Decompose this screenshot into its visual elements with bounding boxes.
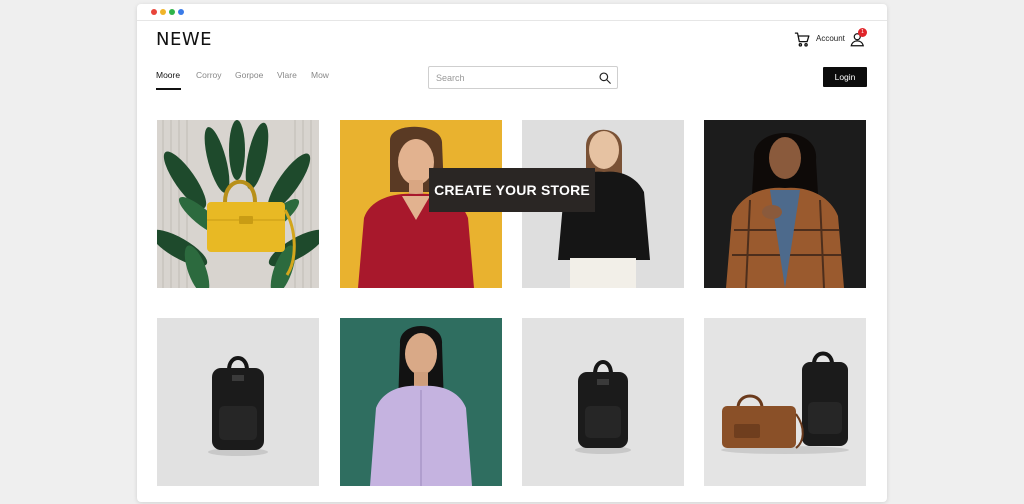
minimize-window-icon[interactable]: [160, 9, 166, 15]
product-tile-plaid-coat[interactable]: [704, 120, 866, 288]
search-box: [428, 66, 618, 89]
nav-item-mow[interactable]: Mow: [311, 70, 329, 80]
black-backpack-image: [522, 318, 684, 486]
browser-window: NEWE Account 1 Moore Corroy Gorpoe Vlare…: [137, 4, 887, 502]
login-button[interactable]: Login: [823, 67, 867, 87]
woman-plaid-coat-image: [704, 120, 866, 288]
cart-icon[interactable]: [794, 31, 811, 48]
yellow-handbag-image: [157, 120, 319, 288]
black-backpack-image: [157, 318, 319, 486]
woman-lavender-shirt-image: [340, 318, 502, 486]
product-tile-backpack-2[interactable]: [522, 318, 684, 486]
nav-item-moore[interactable]: Moore: [156, 70, 180, 80]
nav-item-vlare[interactable]: Vlare: [277, 70, 297, 80]
nav-item-corroy[interactable]: Corroy: [196, 70, 222, 80]
close-window-icon[interactable]: [151, 9, 157, 15]
search-icon[interactable]: [598, 71, 612, 85]
product-tile-bag-set[interactable]: [704, 318, 866, 486]
maximize-window-icon[interactable]: [169, 9, 175, 15]
brown-bag-and-backpack-image: [704, 318, 866, 486]
active-nav-indicator: [156, 88, 181, 90]
notification-badge: 1: [858, 28, 867, 37]
search-input[interactable]: [436, 71, 586, 85]
account-link[interactable]: Account: [816, 34, 845, 43]
product-tile-lavender-shirt[interactable]: [340, 318, 502, 486]
product-tile-backpack-1[interactable]: [157, 318, 319, 486]
product-tile-handbag-yellow[interactable]: [157, 120, 319, 288]
store-logo[interactable]: NEWE: [156, 29, 212, 50]
create-store-banner[interactable]: CREATE YOUR STORE: [429, 168, 595, 212]
extra-window-icon[interactable]: [178, 9, 184, 15]
window-titlebar: [137, 4, 887, 21]
nav-item-gorpoe[interactable]: Gorpoe: [235, 70, 263, 80]
